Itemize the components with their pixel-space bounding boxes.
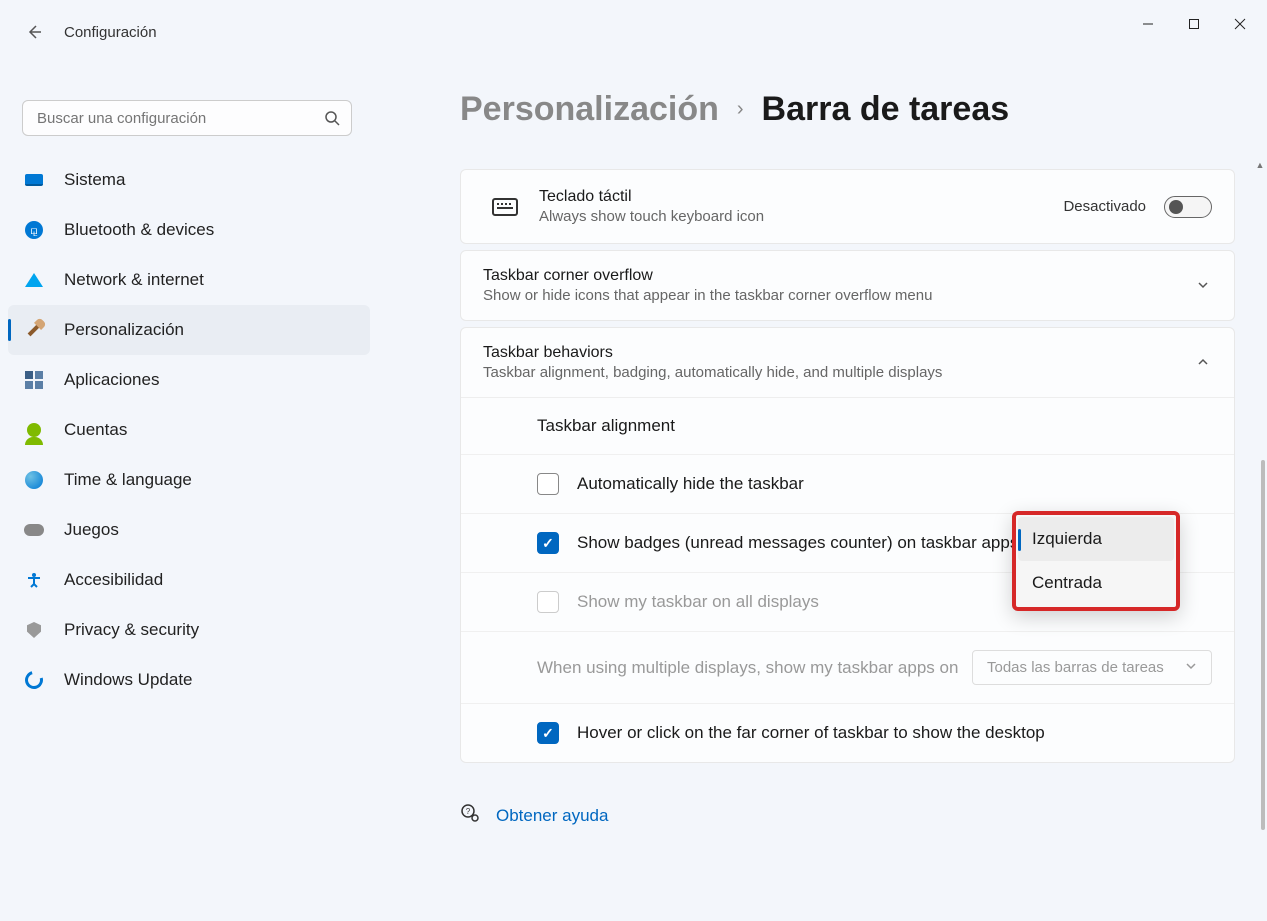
system-icon [24, 170, 44, 190]
search-wrap [22, 100, 352, 136]
card-title: Taskbar behaviors [483, 344, 942, 362]
row-auto-hide[interactable]: Automatically hide the taskbar [461, 454, 1234, 513]
sidebar-item-label: Personalización [64, 320, 184, 340]
setting-label: Automatically hide the taskbar [577, 474, 1212, 494]
keyboard-icon [483, 198, 527, 216]
chevron-up-icon [1196, 355, 1212, 371]
row-taskbar-alignment: Taskbar alignment [461, 398, 1234, 454]
page-title: Barra de tareas [762, 90, 1010, 129]
app-title: Configuración [64, 24, 157, 41]
scrollbar-thumb[interactable] [1261, 460, 1265, 830]
sidebar-item-label: Bluetooth & devices [64, 220, 214, 240]
help-icon: ? [460, 803, 480, 828]
breadcrumb-parent[interactable]: Personalización [460, 90, 719, 129]
sidebar-item-gaming[interactable]: Juegos [8, 505, 370, 555]
select-value: Todas las barras de tareas [987, 659, 1164, 676]
update-icon [24, 670, 44, 690]
sidebar-item-label: Cuentas [64, 420, 127, 440]
sidebar-item-apps[interactable]: Aplicaciones [8, 355, 370, 405]
sidebar-item-label: Network & internet [64, 270, 204, 290]
content: Teclado táctil Always show touch keyboar… [460, 169, 1235, 828]
touch-keyboard-toggle[interactable] [1164, 196, 1212, 218]
bluetooth-icon: ⚼ [24, 220, 44, 240]
sidebar-item-label: Aplicaciones [64, 370, 159, 390]
auto-hide-checkbox[interactable] [537, 473, 559, 495]
sidebar-item-bluetooth[interactable]: ⚼ Bluetooth & devices [8, 205, 370, 255]
get-help-link[interactable]: Obtener ayuda [496, 806, 608, 826]
sidebar-item-label: Time & language [64, 470, 192, 490]
main: Personalización › Barra de tareas Teclad… [460, 90, 1249, 921]
chevron-right-icon: › [737, 98, 744, 121]
card-corner-overflow[interactable]: Taskbar corner overflow Show or hide ico… [460, 250, 1235, 321]
hover-corner-checkbox[interactable] [537, 722, 559, 744]
minimize-button[interactable] [1125, 8, 1171, 40]
apps-icon [24, 370, 44, 390]
row-hover-corner[interactable]: Hover or click on the far corner of task… [461, 703, 1234, 762]
globe-icon [24, 470, 44, 490]
sidebar-item-accounts[interactable]: Cuentas [8, 405, 370, 455]
breadcrumb: Personalización › Barra de tareas [460, 90, 1249, 129]
titlebar [0, 0, 1267, 48]
sidebar-item-sistema[interactable]: Sistema [8, 155, 370, 205]
accessibility-icon [24, 570, 44, 590]
sidebar-item-personalization[interactable]: Personalización [8, 305, 370, 355]
card-subtitle: Show or hide icons that appear in the ta… [483, 287, 932, 304]
header: Configuración [24, 22, 157, 42]
setting-label: When using multiple displays, show my ta… [537, 658, 972, 678]
shield-icon [24, 620, 44, 640]
row-multi-display-apps: When using multiple displays, show my ta… [461, 631, 1234, 703]
sidebar-item-network[interactable]: Network & internet [8, 255, 370, 305]
behaviors-header[interactable]: Taskbar behaviors Taskbar alignment, bad… [461, 328, 1234, 397]
multi-display-select: Todas las barras de tareas [972, 650, 1212, 685]
setting-label: Hover or click on the far corner of task… [577, 723, 1212, 743]
maximize-button[interactable] [1171, 8, 1217, 40]
alignment-option-left[interactable]: Izquierda [1018, 517, 1174, 561]
card-title: Taskbar corner overflow [483, 267, 932, 285]
sidebar-item-time[interactable]: Time & language [8, 455, 370, 505]
sidebar-item-label: Accesibilidad [64, 570, 163, 590]
sidebar-item-label: Windows Update [64, 670, 193, 690]
back-button[interactable] [24, 22, 44, 42]
search-icon [324, 110, 340, 131]
sidebar-item-update[interactable]: Windows Update [8, 655, 370, 705]
badges-checkbox[interactable] [537, 532, 559, 554]
sidebar-item-accessibility[interactable]: Accesibilidad [8, 555, 370, 605]
sidebar-item-label: Sistema [64, 170, 125, 190]
sidebar-item-label: Privacy & security [64, 620, 199, 640]
sidebar-item-privacy[interactable]: Privacy & security [8, 605, 370, 655]
search-input[interactable] [22, 100, 352, 136]
toggle-state-label: Desactivado [1063, 198, 1146, 215]
alignment-option-center[interactable]: Centrada [1018, 561, 1174, 605]
help-link-row: ? Obtener ayuda [460, 803, 1235, 828]
sidebar-nav: Sistema ⚼ Bluetooth & devices Network & i… [8, 155, 370, 705]
person-icon [24, 420, 44, 440]
card-subtitle: Always show touch keyboard icon [539, 208, 1063, 225]
sidebar-item-label: Juegos [64, 520, 119, 540]
all-displays-checkbox [537, 591, 559, 613]
svg-text:?: ? [466, 807, 471, 816]
card-subtitle: Taskbar alignment, badging, automaticall… [483, 364, 942, 381]
card-title: Teclado táctil [539, 188, 1063, 206]
setting-label: Taskbar alignment [537, 416, 1212, 436]
scroll-up-icon[interactable]: ▲ [1255, 160, 1265, 170]
wifi-icon [24, 270, 44, 290]
chevron-down-icon [1185, 659, 1197, 676]
alignment-dropdown: Izquierda Centrada [1012, 511, 1180, 611]
chevron-down-icon [1196, 278, 1212, 294]
gamepad-icon [24, 520, 44, 540]
brush-icon [24, 320, 44, 340]
close-button[interactable] [1217, 8, 1263, 40]
card-touch-keyboard: Teclado táctil Always show touch keyboar… [460, 169, 1235, 244]
